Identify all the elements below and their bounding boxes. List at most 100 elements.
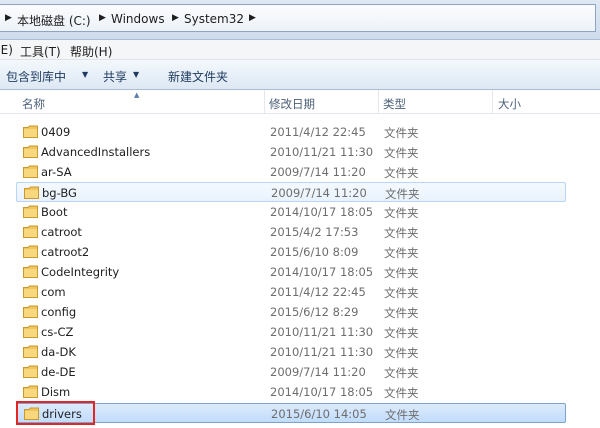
file-row[interactable]: 0409 2011/4/12 22:45 文件夹 <box>16 122 566 142</box>
file-modified: 2010/11/21 11:30 <box>270 345 374 359</box>
folder-icon <box>23 285 38 298</box>
file-modified: 2009/7/14 11:20 <box>271 186 367 200</box>
column-type[interactable]: 类型 <box>383 96 406 112</box>
file-name: catroot <box>41 225 82 239</box>
file-modified: 2015/6/12 8:29 <box>270 305 359 319</box>
column-header: ▲ 名称 修改日期 类型 大小 <box>0 90 600 114</box>
file-row[interactable]: catroot 2015/4/2 17:53 文件夹 <box>16 222 566 242</box>
file-type: 文件夹 <box>384 386 419 400</box>
file-modified: 2011/4/12 22:45 <box>270 285 366 299</box>
file-row-hovered[interactable]: bg-BG 2009/7/14 11:20 文件夹 <box>16 182 566 202</box>
file-type: 文件夹 <box>384 286 419 300</box>
file-name: com <box>41 285 66 299</box>
folder-icon <box>23 265 38 278</box>
breadcrumb-drive[interactable]: 本地磁盘 (C:) <box>17 12 91 29</box>
folder-icon <box>23 365 38 378</box>
folder-icon <box>23 125 38 138</box>
chevron-right-icon[interactable]: ▶ <box>249 13 256 23</box>
column-size[interactable]: 大小 <box>498 96 521 112</box>
new-folder-button[interactable]: 新建文件夹 <box>168 68 228 85</box>
file-modified: 2011/4/12 22:45 <box>270 125 366 139</box>
file-type: 文件夹 <box>384 146 419 160</box>
file-type: 文件夹 <box>384 206 419 220</box>
share-button[interactable]: 共享 <box>103 68 127 85</box>
file-name: ar-SA <box>41 165 72 179</box>
breadcrumb-windows[interactable]: Windows <box>111 12 165 26</box>
file-modified: 2010/11/21 11:30 <box>270 145 374 159</box>
folder-icon <box>23 305 38 318</box>
chevron-right-icon[interactable]: ▶ <box>5 13 12 23</box>
address-bar: ▶ 本地磁盘 (C:) ▶ Windows ▶ System32 ▶ <box>0 0 600 40</box>
folder-icon <box>23 165 38 178</box>
file-type: 文件夹 <box>385 187 420 201</box>
file-name: AdvancedInstallers <box>41 145 151 159</box>
file-modified: 2009/7/14 11:20 <box>270 365 366 379</box>
file-name: config <box>41 305 77 319</box>
menu-help[interactable]: 帮助(H) <box>70 43 112 60</box>
file-name: cs-CZ <box>41 325 74 339</box>
column-divider[interactable] <box>264 90 265 114</box>
command-toolbar: 包含到库中 ▼ 共享 ▼ 新建文件夹 <box>0 60 600 90</box>
file-row[interactable]: Dism 2014/10/17 18:05 文件夹 <box>16 382 566 402</box>
file-row[interactable]: cs-CZ 2010/11/21 11:30 文件夹 <box>16 322 566 342</box>
file-type: 文件夹 <box>384 166 419 180</box>
file-row[interactable]: CodeIntegrity 2014/10/17 18:05 文件夹 <box>16 262 566 282</box>
file-name: da-DK <box>41 345 76 359</box>
column-modified[interactable]: 修改日期 <box>269 96 315 112</box>
folder-icon <box>23 345 38 358</box>
file-row-selected[interactable]: drivers 2015/6/10 14:05 文件夹 <box>16 403 566 423</box>
file-row[interactable]: config 2015/6/12 8:29 文件夹 <box>16 302 566 322</box>
file-type: 文件夹 <box>384 326 419 340</box>
file-modified: 2015/6/10 8:09 <box>270 245 359 259</box>
file-row[interactable]: catroot2 2015/6/10 8:09 文件夹 <box>16 242 566 262</box>
file-modified: 2015/4/2 17:53 <box>270 225 359 239</box>
file-type: 文件夹 <box>384 246 419 260</box>
menu-tools[interactable]: 工具(T) <box>20 43 61 60</box>
breadcrumb[interactable]: ▶ 本地磁盘 (C:) ▶ Windows ▶ System32 ▶ <box>0 4 596 32</box>
file-row[interactable]: com 2011/4/12 22:45 文件夹 <box>16 282 566 302</box>
column-name[interactable]: 名称 <box>22 96 45 112</box>
file-name: bg-BG <box>42 186 77 200</box>
file-name: 0409 <box>41 125 71 139</box>
chevron-right-icon[interactable]: ▶ <box>172 13 179 23</box>
file-row[interactable]: ar-SA 2009/7/14 11:20 文件夹 <box>16 162 566 182</box>
file-name: CodeIntegrity <box>41 265 120 279</box>
include-in-library-button[interactable]: 包含到库中 <box>6 68 66 85</box>
file-row[interactable]: de-DE 2009/7/14 11:20 文件夹 <box>16 362 566 382</box>
file-type: 文件夹 <box>384 346 419 360</box>
file-type: 文件夹 <box>384 226 419 240</box>
breadcrumb-system32[interactable]: System32 <box>184 12 244 26</box>
folder-icon <box>23 325 38 338</box>
folder-icon <box>23 205 38 218</box>
file-type: 文件夹 <box>384 366 419 380</box>
file-modified: 2014/10/17 18:05 <box>270 265 374 279</box>
folder-icon <box>23 245 38 258</box>
file-name: de-DE <box>41 365 76 379</box>
file-modified: 2010/11/21 11:30 <box>270 325 374 339</box>
file-name: Boot <box>41 205 68 219</box>
file-type: 文件夹 <box>384 266 419 280</box>
file-row[interactable]: AdvancedInstallers 2010/11/21 11:30 文件夹 <box>16 142 566 162</box>
file-name: catroot2 <box>41 245 90 259</box>
file-row[interactable]: da-DK 2010/11/21 11:30 文件夹 <box>16 342 566 362</box>
file-type: 文件夹 <box>385 408 420 422</box>
sort-ascending-icon: ▲ <box>134 91 140 99</box>
file-name: drivers <box>42 407 82 421</box>
chevron-down-icon[interactable]: ▼ <box>82 70 88 79</box>
menu-edit[interactable]: (E) <box>0 43 13 57</box>
chevron-down-icon[interactable]: ▼ <box>133 70 139 79</box>
column-divider[interactable] <box>492 90 493 114</box>
file-type: 文件夹 <box>384 126 419 140</box>
folder-icon <box>23 145 38 158</box>
menu-bar: (E) 工具(T) 帮助(H) <box>0 40 600 60</box>
folder-icon <box>23 385 38 398</box>
folder-icon <box>23 225 38 238</box>
file-row[interactable]: Boot 2014/10/17 18:05 文件夹 <box>16 202 566 222</box>
file-modified: 2014/10/17 18:05 <box>270 205 374 219</box>
file-name: Dism <box>41 385 71 399</box>
file-modified: 2015/6/10 14:05 <box>271 407 367 421</box>
file-type: 文件夹 <box>384 306 419 320</box>
chevron-right-icon[interactable]: ▶ <box>99 13 106 23</box>
column-divider[interactable] <box>378 90 379 114</box>
file-modified: 2014/10/17 18:05 <box>270 385 374 399</box>
